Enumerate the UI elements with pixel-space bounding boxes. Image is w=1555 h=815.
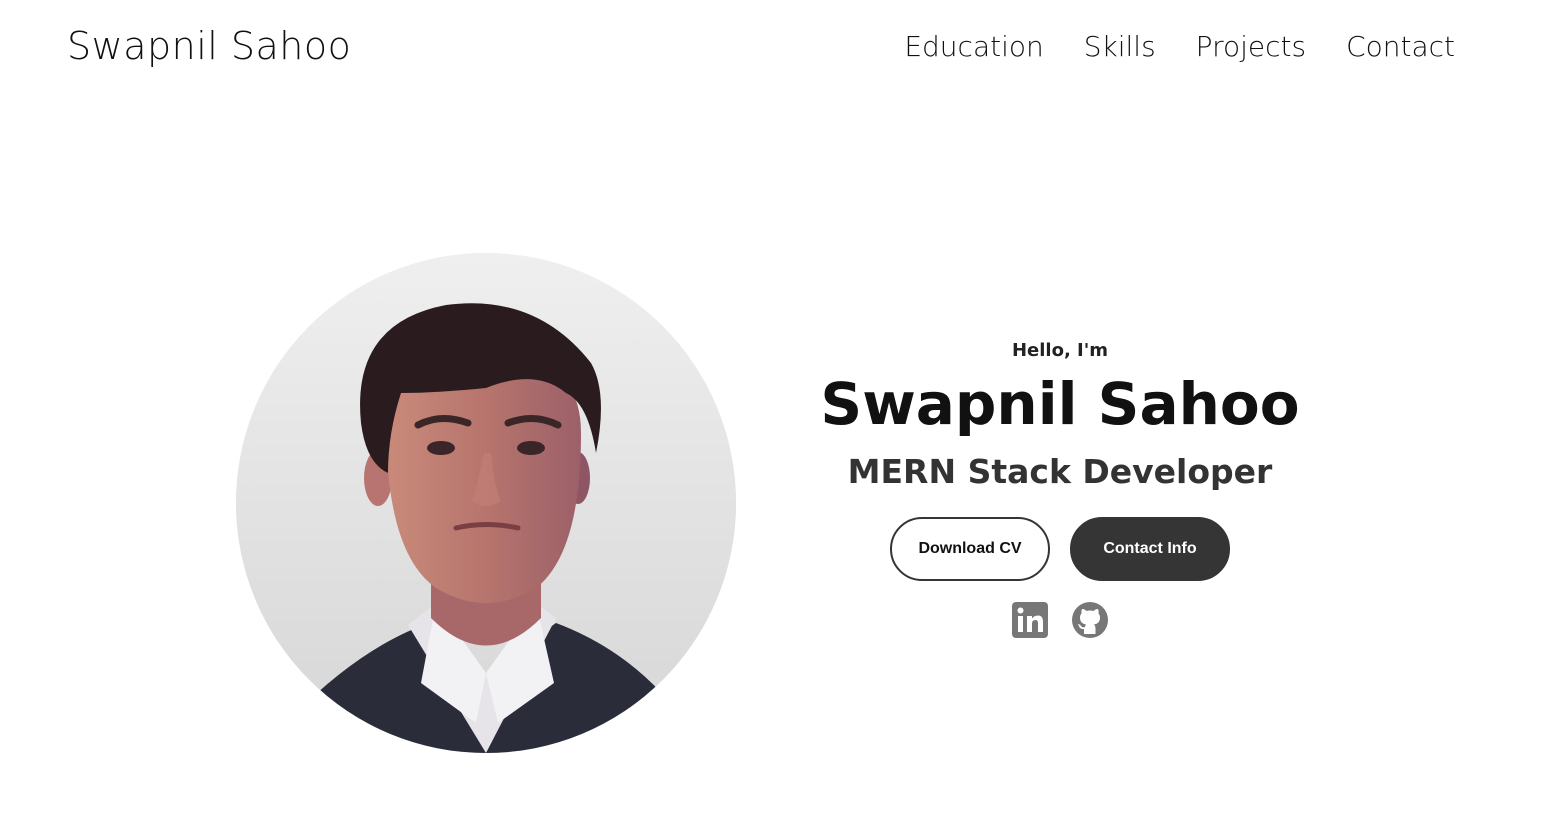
navbar: Swapnil Sahoo Education Skills Projects …	[0, 0, 1555, 100]
hero-buttons: Download CV Contact Info	[810, 517, 1310, 581]
site-logo[interactable]: Swapnil Sahoo	[67, 24, 351, 68]
nav-link-education[interactable]: Education	[904, 30, 1043, 63]
download-cv-button[interactable]: Download CV	[890, 517, 1050, 581]
social-links	[810, 601, 1310, 639]
nav-links: Education Skills Projects Contact	[904, 30, 1455, 63]
hero-name: Swapnil Sahoo	[820, 370, 1300, 438]
nav-link-contact[interactable]: Contact	[1346, 30, 1455, 63]
nav-link-projects[interactable]: Projects	[1196, 30, 1306, 63]
contact-info-button[interactable]: Contact Info	[1070, 517, 1230, 581]
nav-link-skills[interactable]: Skills	[1084, 30, 1156, 63]
greeting-text: Hello, I'm	[1011, 340, 1109, 361]
github-icon[interactable]	[1071, 601, 1109, 639]
profile-picture	[236, 253, 736, 753]
profile-illustration	[236, 253, 736, 753]
linkedin-icon[interactable]	[1011, 601, 1049, 639]
hero-role: MERN Stack Developer	[847, 452, 1273, 491]
hero-section: Hello, I'm Swapnil Sahoo MERN Stack Deve…	[810, 340, 1310, 639]
